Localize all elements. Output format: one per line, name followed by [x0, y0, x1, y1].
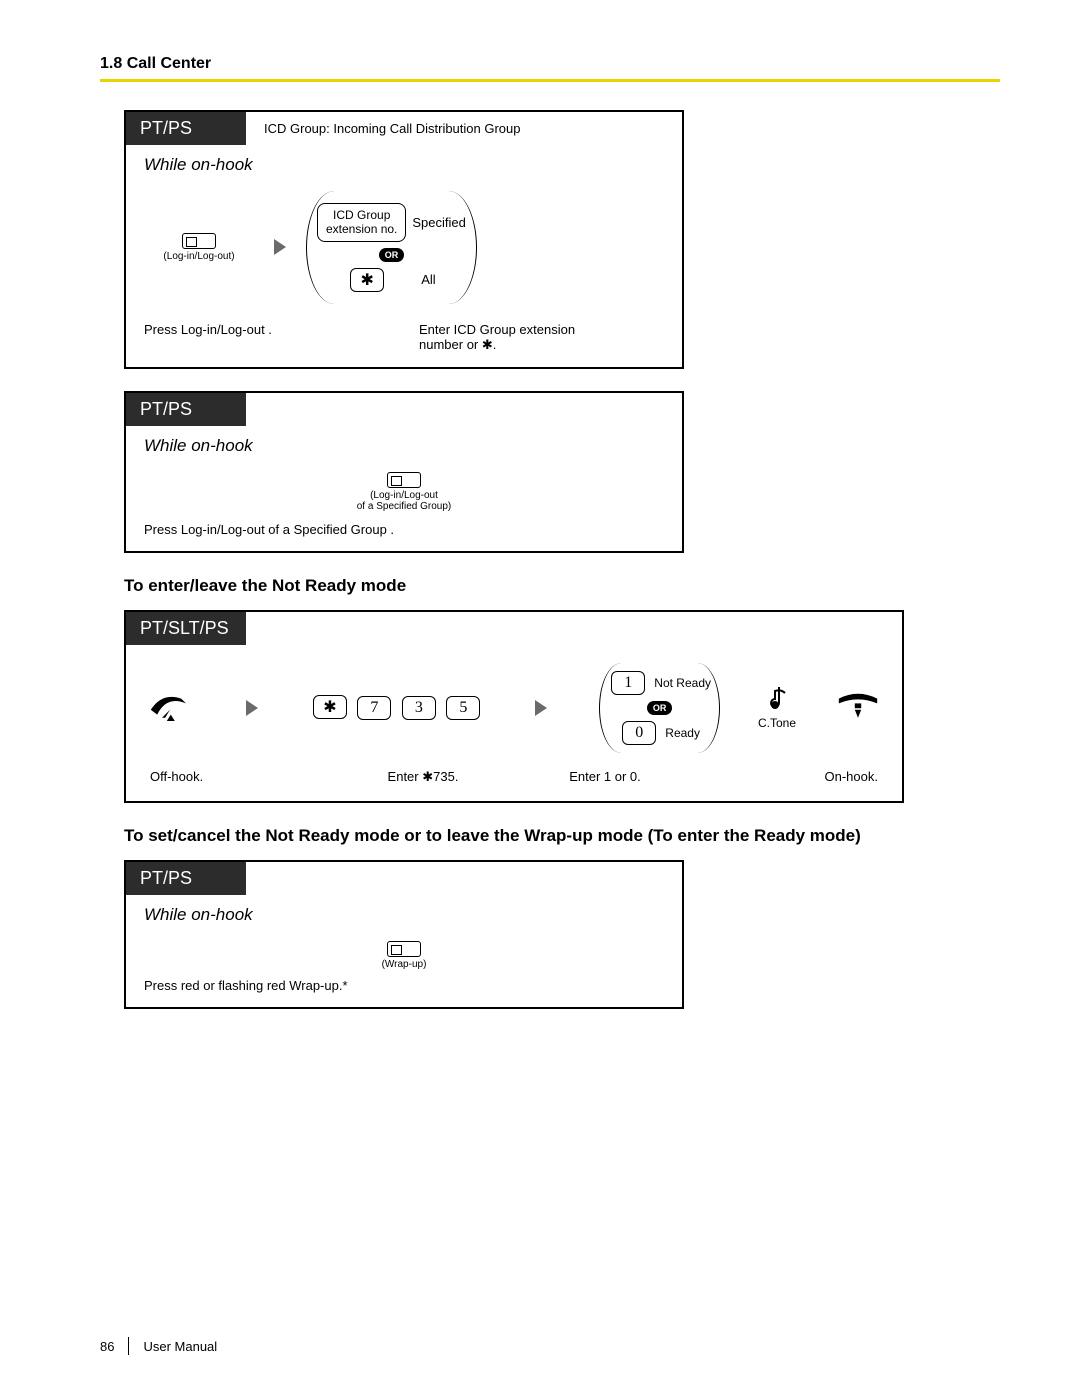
condition-text: While on-hook	[126, 145, 682, 181]
instr-onhook: On-hook.	[696, 769, 878, 785]
footer-separator	[128, 1337, 129, 1355]
option-group-ready: 1 Not Ready OR 0 Ready	[599, 663, 720, 753]
instruction: Press Log-in/Log-out of a Specified Grou…	[126, 516, 682, 551]
instruction-row: Off-hook. Enter ✱735. Enter 1 or 0. On-h…	[126, 759, 902, 801]
flexible-button-icon	[387, 472, 421, 488]
star-key: ✱	[350, 268, 384, 292]
subheading-not-ready: To enter/leave the Not Ready mode	[124, 575, 1000, 598]
ext-no-box: ICD Group extension no.	[317, 203, 406, 242]
device-tab: PT/PS	[126, 862, 246, 895]
key-7: 7	[357, 696, 391, 720]
onhook-icon	[834, 685, 882, 730]
flexible-button-icon	[182, 233, 216, 249]
instr-right: Enter ICD Group extension number or ✱.	[419, 322, 664, 353]
condition-text: While on-hook	[126, 895, 682, 931]
ext-line2: extension no.	[326, 222, 397, 236]
procedure-box-login-logout-specified: PT/PS While on-hook (Log-in/Log-out of a…	[124, 391, 684, 553]
key-0: 0	[622, 721, 656, 745]
button-wrapup: (Wrap-up)	[349, 941, 459, 970]
or-pill: OR	[379, 248, 405, 262]
page: 1.8 Call Center PT/PS ICD Group: Incomin…	[0, 0, 1080, 1397]
instr-left: Press Log-in/Log-out .	[144, 322, 389, 353]
arrow-right-icon	[246, 700, 258, 716]
procedure-box-login-logout: PT/PS ICD Group: Incoming Call Distribut…	[124, 110, 684, 369]
note-icon	[764, 685, 790, 716]
key-3: 3	[402, 696, 436, 720]
ctone-label: C.Tone	[758, 716, 796, 730]
or-pill: OR	[647, 701, 673, 715]
onhook-step	[834, 685, 882, 730]
page-footer: 86 User Manual	[100, 1337, 217, 1355]
device-tab: PT/SLT/PS	[126, 612, 246, 645]
procedure-box-not-ready: PT/SLT/PS ✱ 7 3 5	[124, 610, 904, 803]
doc-title: User Manual	[143, 1339, 217, 1354]
tab-note: ICD Group: Incoming Call Distribution Gr…	[264, 121, 521, 136]
page-number: 86	[100, 1339, 114, 1354]
option-group: ICD Group extension no. Specified OR ✱ A…	[306, 191, 477, 304]
key-1: 1	[611, 671, 645, 695]
instruction-row: Press Log-in/Log-out . Enter ICD Group e…	[126, 314, 682, 367]
confirmation-tone: C.Tone	[758, 685, 796, 730]
instr-enter735: Enter ✱735.	[332, 769, 514, 785]
section-header: 1.8 Call Center	[100, 55, 1000, 73]
arrow-right-icon	[274, 239, 286, 255]
offhook-step	[146, 685, 194, 730]
specified-label: Specified	[412, 215, 465, 230]
condition-text: While on-hook	[126, 426, 682, 462]
button-caption: (Log-in/Log-out)	[163, 251, 234, 262]
procedure-box-wrapup: PT/PS While on-hook (Wrap-up) Press red …	[124, 860, 684, 1009]
arrow-right-icon	[535, 700, 547, 716]
ext-line1: ICD Group	[326, 208, 397, 222]
button-login-logout: (Log-in/Log-out)	[144, 233, 254, 262]
offhook-icon	[146, 685, 194, 730]
device-tab: PT/PS	[126, 112, 246, 145]
divider-accent	[100, 79, 1000, 82]
instr-enter10: Enter 1 or 0.	[514, 769, 696, 785]
key-5: 5	[446, 696, 480, 720]
button-caption: (Wrap-up)	[382, 959, 427, 970]
button-login-logout-specified: (Log-in/Log-out of a Specified Group)	[324, 472, 484, 512]
instruction: Press red or flashing red Wrap-up.*	[126, 972, 682, 1007]
flexible-button-icon	[387, 941, 421, 957]
not-ready-label: Not Ready	[654, 676, 711, 690]
dial-735-step: ✱ 7 3 5	[310, 695, 483, 720]
subheading-wrapup: To set/cancel the Not Ready mode or to l…	[124, 825, 1000, 848]
key-star: ✱	[313, 695, 347, 719]
instr-right-a: Enter ICD Group extension	[419, 322, 664, 337]
instr-offhook: Off-hook.	[150, 769, 332, 785]
button-caption-a: (Log-in/Log-out	[370, 490, 438, 501]
device-tab: PT/PS	[126, 393, 246, 426]
instr-right-b: number or ✱.	[419, 337, 664, 353]
button-caption-b: of a Specified Group)	[357, 501, 452, 512]
ready-label: Ready	[665, 726, 700, 740]
all-label: All	[421, 272, 435, 287]
